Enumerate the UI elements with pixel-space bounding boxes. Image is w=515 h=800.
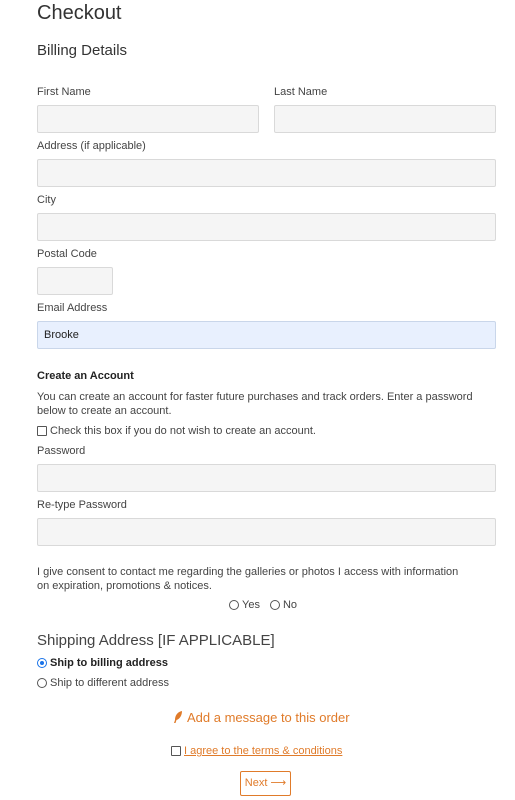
retype-password-label: Re-type Password bbox=[37, 499, 127, 511]
next-button[interactable]: Next ⟶ bbox=[240, 771, 291, 796]
city-label: City bbox=[37, 194, 56, 206]
first-name-field[interactable] bbox=[37, 105, 259, 133]
email-field[interactable]: Brooke bbox=[37, 321, 496, 349]
postal-code-label: Postal Code bbox=[37, 248, 97, 260]
create-account-description: You can create an account for faster fut… bbox=[37, 391, 473, 417]
account-opt-out-label: Check this box if you do not wish to cre… bbox=[50, 425, 316, 437]
address-field[interactable] bbox=[37, 159, 496, 187]
last-name-label: Last Name bbox=[274, 86, 328, 98]
account-opt-out-row[interactable]: Check this box if you do not wish to cre… bbox=[37, 424, 316, 438]
first-name-label: First Name bbox=[37, 86, 91, 98]
password-label: Password bbox=[37, 445, 86, 457]
billing-heading: Billing Details bbox=[37, 42, 128, 59]
shipping-heading: Shipping Address [IF APPLICABLE] bbox=[37, 632, 275, 649]
email-label: Email Address bbox=[37, 302, 108, 314]
retype-password-field[interactable] bbox=[37, 518, 496, 546]
city-field[interactable] bbox=[37, 213, 496, 241]
account-opt-out-checkbox[interactable] bbox=[37, 426, 47, 436]
terms-checkbox[interactable] bbox=[171, 746, 181, 756]
consent-no-label: No bbox=[282, 599, 298, 611]
consent-no-radio[interactable] bbox=[269, 600, 280, 610]
consent-yes-radio[interactable] bbox=[229, 600, 239, 610]
consent-options: Yes No bbox=[229, 598, 297, 612]
email-value: Brooke bbox=[44, 329, 79, 341]
create-account-heading: Create an Account bbox=[37, 370, 134, 382]
address-label: Address (if applicable) bbox=[37, 140, 146, 152]
feather-icon bbox=[172, 710, 184, 724]
add-message-link[interactable]: Add a message to this order bbox=[172, 709, 350, 725]
password-field[interactable] bbox=[37, 464, 496, 492]
ship-billing-label: Ship to billing address bbox=[50, 657, 168, 669]
terms-row[interactable]: I agree to the terms & conditions bbox=[171, 744, 342, 758]
ship-different-option[interactable]: Ship to different address bbox=[37, 676, 169, 690]
consent-yes-label: Yes bbox=[242, 599, 260, 611]
add-message-label: Add a message to this order bbox=[187, 709, 350, 725]
ship-different-label: Ship to different address bbox=[50, 677, 170, 689]
ship-different-radio[interactable] bbox=[37, 678, 47, 688]
ship-billing-radio[interactable] bbox=[37, 658, 47, 668]
postal-code-field[interactable] bbox=[37, 267, 113, 295]
terms-link[interactable]: I agree to the terms & conditions bbox=[184, 745, 342, 757]
page-title: Checkout bbox=[37, 2, 122, 24]
last-name-field[interactable] bbox=[274, 105, 496, 133]
ship-billing-option[interactable]: Ship to billing address bbox=[37, 656, 168, 670]
consent-text: I give consent to contact me regarding t… bbox=[37, 566, 459, 592]
